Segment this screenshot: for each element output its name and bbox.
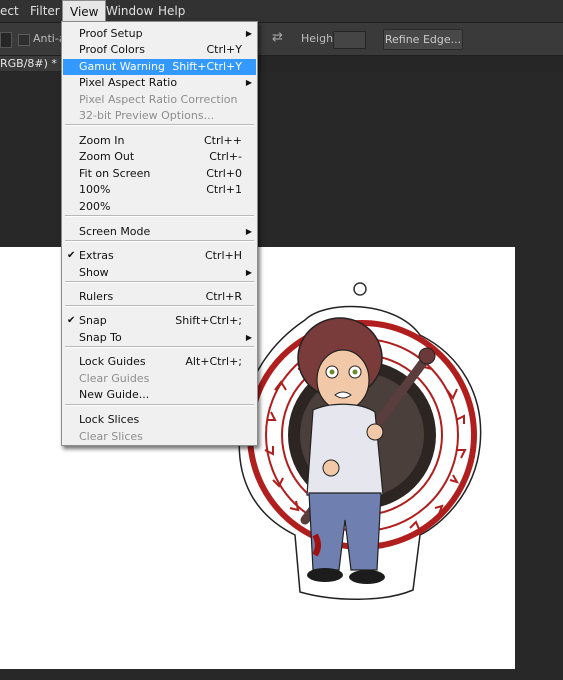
menu-item-shortcut: Ctrl+Y: [206, 43, 242, 56]
menu-item-label: New Guide...: [79, 388, 150, 401]
menu-item-proof-setup[interactable]: Proof Setup ▶: [63, 26, 256, 42]
menu-item-label: Lock Guides: [79, 355, 146, 368]
document-tab-title: RGB/8#) *: [0, 57, 57, 70]
menu-item-label: Proof Colors: [79, 43, 145, 56]
menu-item-label: Extras: [79, 249, 114, 262]
menu-item-shortcut: Ctrl+H: [204, 249, 242, 262]
menu-separator: [65, 404, 254, 406]
checkmark-icon: ✔: [67, 315, 76, 326]
menu-item-32-bit-preview-options: 32-bit Preview Options...: [63, 108, 256, 124]
submenu-arrow-icon: ▶: [245, 78, 252, 87]
menu-item-label: Snap To: [79, 331, 122, 344]
menu-separator: [65, 305, 254, 307]
submenu-arrow-icon: ▶: [245, 333, 252, 342]
menu-item-snap-to[interactable]: Snap To ▶: [63, 330, 256, 346]
refine-edge-button[interactable]: Refine Edge...: [383, 29, 463, 50]
menu-item-clear-guides: Clear Guides: [63, 371, 256, 387]
checkmark-icon: ✔: [67, 250, 76, 261]
menu-item-zoom-out[interactable]: Zoom Out Ctrl+-: [63, 149, 256, 165]
menu-separator: [65, 240, 254, 242]
menu-item-label: Pixel Aspect Ratio: [79, 76, 178, 89]
menu-view[interactable]: View: [62, 0, 107, 22]
menu-item-label: Zoom In: [79, 134, 125, 147]
menu-separator: [65, 124, 254, 126]
menu-item-shortcut: Alt+Ctrl+;: [185, 355, 242, 368]
menu-filter[interactable]: Filter: [30, 0, 60, 22]
menu-item-label: 200%: [79, 200, 111, 213]
menu-item-label: Proof Setup: [79, 27, 143, 40]
menu-item-label: Screen Mode: [79, 225, 151, 238]
menu-item-label: Rulers: [79, 290, 114, 303]
menu-item-label: 100%: [79, 183, 111, 196]
menu-separator: [65, 215, 254, 217]
menu-item-shortcut: Shift+Ctrl+;: [175, 314, 242, 327]
menu-item-lock-slices[interactable]: Lock Slices: [63, 412, 256, 428]
menu-item-label: 32-bit Preview Options...: [79, 109, 215, 122]
menu-item-gamut-warning[interactable]: Gamut Warning Shift+Ctrl+Y: [63, 59, 256, 75]
menu-separator: [65, 281, 254, 283]
menu-item-label: Clear Guides: [79, 372, 150, 385]
menu-item-pixel-aspect-ratio[interactable]: Pixel Aspect Ratio ▶: [63, 75, 256, 91]
menu-item-new-guide[interactable]: New Guide...: [63, 387, 256, 403]
menu-item-shortcut: Ctrl++: [203, 134, 242, 147]
menu-item-label: Fit on Screen: [79, 167, 151, 180]
menu-item-rulers[interactable]: Rulers Ctrl+R: [63, 289, 256, 305]
menu-separator: [65, 346, 254, 348]
menu-item-shortcut: Ctrl+0: [206, 167, 242, 180]
menu-help[interactable]: Help: [158, 0, 185, 22]
menu-item-fit-on-screen[interactable]: Fit on Screen Ctrl+0: [63, 166, 256, 182]
menu-item-label: Gamut Warning: [79, 60, 165, 73]
menu-item-show[interactable]: Show ▶: [63, 265, 256, 281]
menu-bar: ect Filter View Window Help: [0, 0, 563, 23]
menu-item-shortcut: Ctrl+1: [206, 183, 242, 196]
menu-item-shortcut: Ctrl+-: [209, 150, 242, 163]
menu-item-label: Snap: [79, 314, 107, 327]
view-menu-dropdown: Proof Setup ▶ Proof Colors Ctrl+Y Gamut Warn…: [61, 21, 258, 446]
menu-item-clear-slices: Clear Slices: [63, 429, 256, 445]
submenu-arrow-icon: ▶: [245, 268, 252, 277]
menu-item-lock-guides[interactable]: Lock Guides Alt+Ctrl+;: [63, 354, 256, 370]
menu-item-label: Lock Slices: [79, 413, 140, 426]
menu-item-zoom-in[interactable]: Zoom In Ctrl++: [63, 133, 256, 149]
menu-item-200[interactable]: 200%: [63, 199, 256, 215]
antialias-checkbox[interactable]: [18, 34, 30, 46]
character-keychain-image: [238, 282, 482, 601]
menu-item-screen-mode[interactable]: Screen Mode ▶: [63, 224, 256, 240]
menu-item-shortcut: Shift+Ctrl+Y: [172, 60, 242, 73]
menu-item-100[interactable]: 100% Ctrl+1: [63, 182, 256, 198]
submenu-arrow-icon: ▶: [245, 29, 252, 38]
menu-item-label: Zoom Out: [79, 150, 135, 163]
menu-item-label: Clear Slices: [79, 430, 143, 443]
feather-field[interactable]: [0, 32, 12, 48]
menu-window[interactable]: Window: [106, 0, 153, 22]
menu-item-extras[interactable]: ✔ Extras Ctrl+H: [63, 248, 256, 264]
menu-item-shortcut: Ctrl+R: [205, 290, 242, 303]
menu-item-proof-colors[interactable]: Proof Colors Ctrl+Y: [63, 42, 256, 58]
menu-item-snap[interactable]: ✔ Snap Shift+Ctrl+;: [63, 313, 256, 329]
menu-item-label: Show: [79, 266, 109, 279]
submenu-arrow-icon: ▶: [245, 227, 252, 236]
swap-dimensions-icon[interactable]: ⇄: [272, 30, 283, 45]
height-input[interactable]: [333, 31, 366, 49]
menu-item-pixel-aspect-ratio-correction: Pixel Aspect Ratio Correction: [63, 92, 256, 108]
menu-select[interactable]: ect: [0, 0, 19, 22]
menu-item-label: Pixel Aspect Ratio Correction: [79, 93, 238, 106]
